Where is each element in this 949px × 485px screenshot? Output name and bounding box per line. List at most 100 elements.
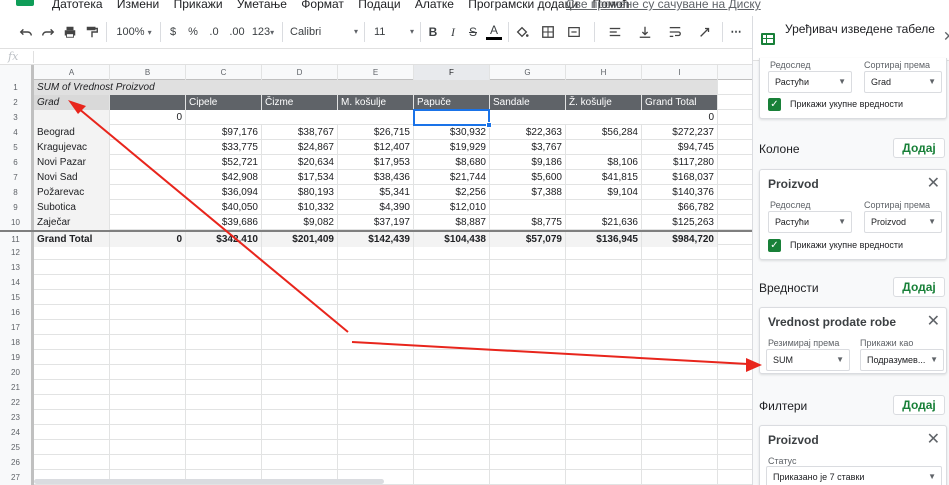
value-cell[interactable]: $21,744 (414, 170, 490, 185)
cell[interactable] (642, 290, 718, 305)
add-value-button[interactable]: Додај (893, 277, 945, 297)
cell[interactable] (262, 260, 338, 275)
cell[interactable] (34, 410, 110, 425)
cell[interactable] (414, 305, 490, 320)
value-cell[interactable] (110, 185, 186, 200)
column-header-i[interactable]: I (642, 65, 718, 80)
value-cell[interactable]: $22,363 (490, 125, 566, 140)
value-cell[interactable]: $272,237 (642, 125, 718, 140)
order-dropdown[interactable]: Растући ▼ (768, 211, 852, 233)
cell[interactable] (338, 305, 414, 320)
value-cell[interactable] (566, 200, 642, 215)
cell[interactable] (34, 395, 110, 410)
add-filter-button[interactable]: Додај (893, 395, 945, 415)
row-number[interactable]: 26 (0, 455, 34, 470)
cell[interactable] (186, 380, 262, 395)
cell[interactable] (490, 440, 566, 455)
cell[interactable] (490, 290, 566, 305)
value-cell[interactable] (110, 125, 186, 140)
cell[interactable] (262, 245, 338, 260)
cell[interactable] (34, 110, 110, 125)
italic-button[interactable]: I (446, 24, 460, 40)
row-number[interactable]: 17 (0, 320, 34, 335)
value-cell[interactable] (110, 155, 186, 170)
cell[interactable] (34, 245, 110, 260)
cell[interactable] (490, 335, 566, 350)
cell[interactable] (338, 410, 414, 425)
cell[interactable] (110, 365, 186, 380)
menu-view[interactable]: Прикажи (174, 0, 223, 11)
value-cell[interactable]: $66,782 (642, 200, 718, 215)
cell[interactable] (642, 425, 718, 440)
value-cell[interactable]: $2,256 (414, 185, 490, 200)
cell[interactable] (642, 455, 718, 470)
row-number[interactable]: 19 (0, 350, 34, 365)
close-icon[interactable]: ✕ (927, 311, 940, 331)
menu-insert[interactable]: Уметање (237, 0, 287, 11)
value-cell[interactable]: $9,186 (490, 155, 566, 170)
row-number[interactable]: 10 (0, 215, 34, 230)
cell[interactable] (34, 455, 110, 470)
cell[interactable] (262, 275, 338, 290)
value-cell[interactable] (110, 140, 186, 155)
grad-cell[interactable]: Novi Pazar (34, 155, 110, 170)
cell[interactable] (490, 305, 566, 320)
strikethrough-button[interactable]: S (466, 24, 480, 40)
cell[interactable] (262, 425, 338, 440)
row-number[interactable]: 22 (0, 395, 34, 410)
close-icon[interactable]: ✕ (927, 173, 940, 193)
value-cell[interactable]: $52,721 (186, 155, 262, 170)
menu-edit[interactable]: Измени (117, 0, 159, 11)
value-cell[interactable]: $5,600 (490, 170, 566, 185)
row-number[interactable]: 8 (0, 185, 34, 200)
font-select[interactable]: Calibri ▾ (290, 24, 360, 40)
cell[interactable] (186, 290, 262, 305)
cell[interactable] (490, 245, 566, 260)
text-color-button[interactable]: A (486, 24, 502, 40)
value-cell[interactable]: $21,636 (566, 215, 642, 230)
value-cell[interactable]: $33,775 (186, 140, 262, 155)
cell[interactable] (338, 380, 414, 395)
cell[interactable] (338, 290, 414, 305)
cell[interactable] (186, 245, 262, 260)
zoom-select[interactable]: 100% ▾ (112, 24, 156, 40)
header-cell-m-kosulje[interactable]: M. košulje (338, 95, 414, 110)
column-header-c[interactable]: C (186, 65, 262, 80)
cell[interactable] (490, 380, 566, 395)
value-cell[interactable]: $38,767 (262, 125, 338, 140)
row-number[interactable]: 3 (0, 110, 34, 125)
cell[interactable] (642, 380, 718, 395)
row-number[interactable]: 18 (0, 335, 34, 350)
horizontal-scrollbar[interactable] (34, 479, 384, 484)
value-cell[interactable]: $97,176 (186, 125, 262, 140)
row-number[interactable]: 4 (0, 125, 34, 140)
cell[interactable] (338, 440, 414, 455)
cell[interactable] (490, 410, 566, 425)
cell[interactable] (414, 350, 490, 365)
text-wrap-icon[interactable] (662, 24, 688, 40)
cell[interactable] (642, 305, 718, 320)
grad-header-cell[interactable]: Grad (34, 95, 110, 110)
cell[interactable] (262, 410, 338, 425)
redo-icon[interactable] (40, 24, 56, 40)
value-cell[interactable]: $24,867 (262, 140, 338, 155)
cell[interactable] (34, 305, 110, 320)
cell[interactable] (490, 425, 566, 440)
cell[interactable] (566, 425, 642, 440)
cell[interactable] (110, 350, 186, 365)
cell[interactable] (262, 380, 338, 395)
cell[interactable] (414, 275, 490, 290)
cell[interactable] (338, 395, 414, 410)
cell[interactable] (642, 410, 718, 425)
cell[interactable] (566, 455, 642, 470)
cell[interactable] (566, 410, 642, 425)
value-cell[interactable]: $140,376 (642, 185, 718, 200)
value-cell[interactable]: $9,104 (566, 185, 642, 200)
currency-button[interactable]: $ (166, 24, 180, 40)
cell[interactable] (414, 440, 490, 455)
cell[interactable] (34, 350, 110, 365)
column-header-e[interactable]: E (338, 65, 414, 80)
show-as-dropdown[interactable]: Подразумев... ▼ (860, 349, 944, 371)
decrease-decimal-button[interactable]: .0 (206, 24, 222, 40)
cell[interactable] (566, 290, 642, 305)
